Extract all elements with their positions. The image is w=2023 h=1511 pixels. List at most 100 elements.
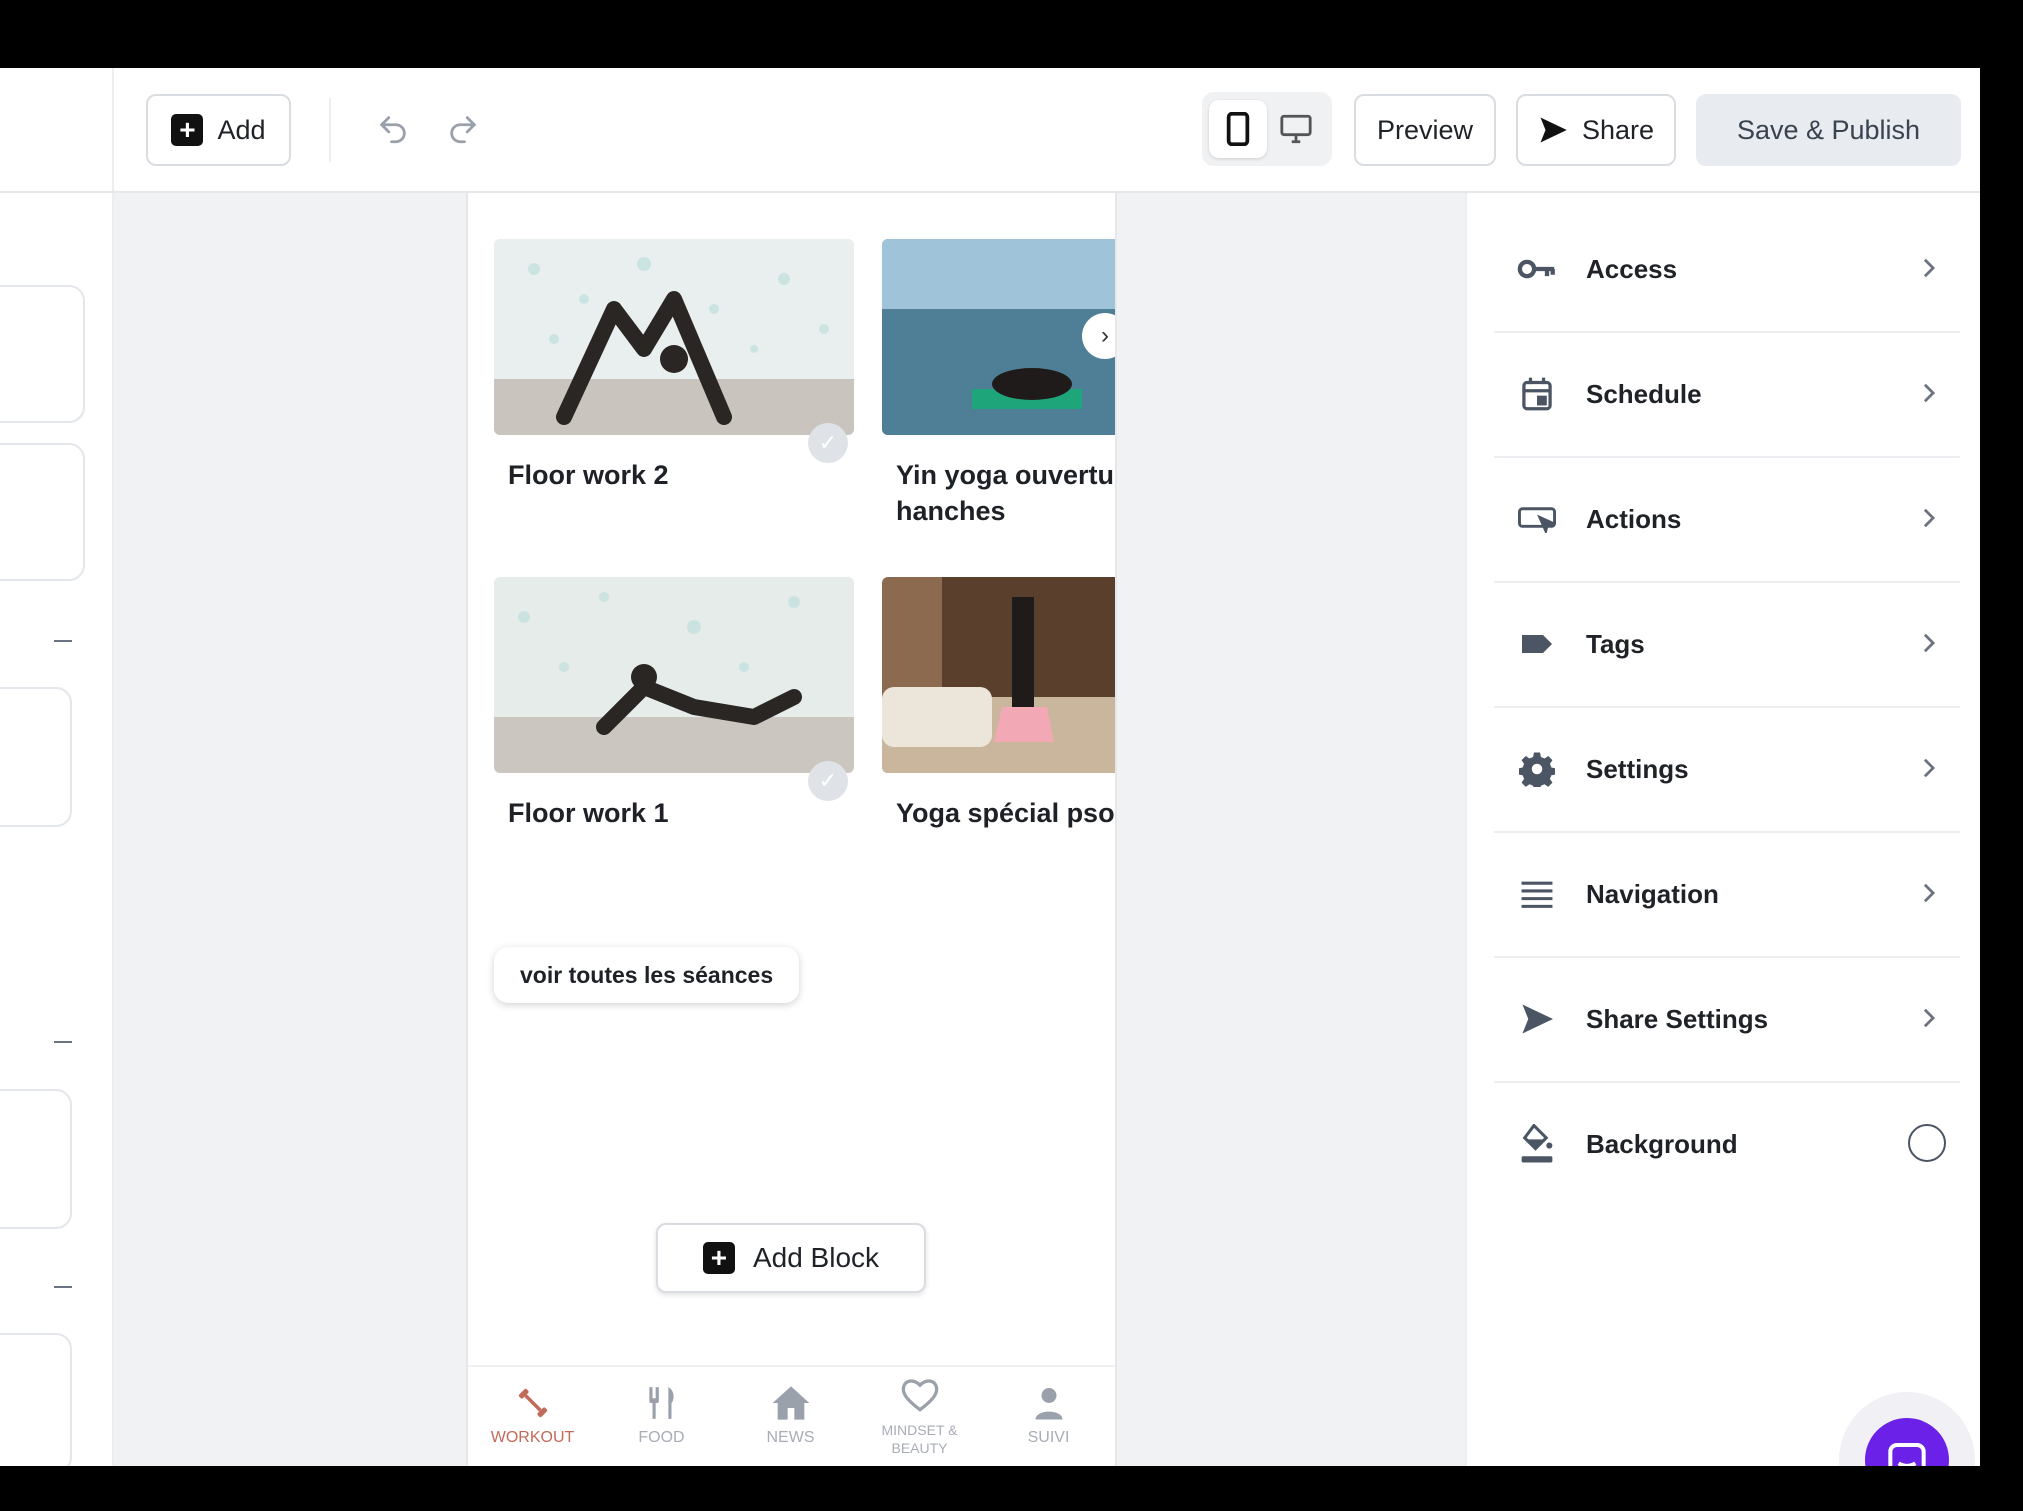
workout-thumbnail [494,577,854,773]
preview-button[interactable]: Preview [1354,94,1496,166]
workout-title: Yin yoga ouvertur hanches [896,460,1117,526]
redo-icon [450,116,476,144]
tab-label: MINDSET & BEAUTY [881,1422,958,1456]
chevron-right-icon [1923,1008,1936,1028]
settings-item-schedule[interactable]: Schedule [1494,332,1960,458]
tab-suivi[interactable]: SUIVI [984,1367,1113,1466]
settings-item-label: Settings [1586,753,1689,784]
chevron-right-icon [1923,383,1936,403]
cutlery-icon [648,1387,674,1419]
settings-item-tags[interactable]: Tags [1494,582,1960,708]
settings-item-label: Background [1586,1128,1738,1159]
settings-item-background[interactable]: Background [1494,1082,1960,1206]
plus-icon: + [702,1242,735,1274]
workout-card[interactable]: › Yin yoga ouvertur hanches [882,239,1117,529]
check-icon[interactable]: ✓ [808,423,848,463]
heart-icon [901,1379,938,1412]
settings-item-label: Share Settings [1586,1003,1769,1034]
device-toggle [1202,92,1332,166]
settings-item-access[interactable]: Access [1494,207,1960,333]
tab-workout[interactable]: WORKOUT [468,1367,597,1466]
gear-icon [1519,752,1555,787]
tab-news[interactable]: NEWS [726,1367,855,1466]
add-button[interactable]: + Add [146,94,291,166]
workout-title: Floor work 2 [508,460,669,490]
share-button[interactable]: Share [1516,94,1676,166]
calendar-icon [1522,377,1552,411]
add-block-label: Add Block [752,1242,880,1273]
redo-button[interactable] [442,108,484,150]
workout-card[interactable]: ✓ Floor work 1 [494,577,856,831]
share-button-label: Share [1581,114,1655,145]
settings-item-share-settings[interactable]: Share Settings [1494,957,1960,1083]
tab-food[interactable]: FOOD [597,1367,726,1466]
background-color-swatch[interactable] [1908,1124,1946,1162]
chevron-right-icon [1923,883,1936,903]
key-icon [1517,259,1555,279]
preview-button-label: Preview [1376,114,1474,145]
tab-label: SUIVI [1027,1429,1070,1446]
desktop-view-button[interactable] [1267,100,1325,158]
settings-item-settings[interactable]: Settings [1494,707,1960,833]
workout-title: Floor work 1 [508,798,669,828]
send-icon [1540,117,1567,143]
top-toolbar: + Add Preview Share Save & Publish [0,68,1980,193]
workout-card[interactable]: Yoga spécial psoa: [882,577,1117,831]
left-panel-card[interactable] [0,687,72,827]
settings-item-actions[interactable]: Actions [1494,457,1960,583]
settings-item-label: Tags [1586,628,1645,659]
workout-title: Yoga spécial psoa: [896,798,1117,828]
chevron-right-icon [1923,508,1936,528]
settings-item-label: Access [1586,253,1678,284]
dumbbell-icon [518,1388,547,1418]
collapse-icon[interactable] [54,1286,72,1288]
paint-bucket-icon [1521,1124,1553,1163]
workout-card[interactable]: ✓ Floor work 2 [494,239,856,493]
undo-icon [380,116,406,144]
see-all-sessions-button[interactable]: voir toutes les séances [494,947,800,1003]
settings-item-label: Actions [1586,503,1682,534]
settings-panel: Access Schedule Actions Tags Settings Na… [1465,193,1980,1466]
tab-label: NEWS [766,1429,815,1446]
add-block-button[interactable]: + Add Block [656,1223,926,1293]
chevron-right-icon: › [1101,322,1109,349]
phone-icon [1226,112,1250,146]
cursor-box-icon [1518,507,1556,533]
save-publish-label: Save & Publish [1736,114,1921,145]
chevron-right-icon [1923,258,1936,278]
settings-item-label: Schedule [1586,378,1702,409]
settings-item-label: Navigation [1586,878,1719,909]
mobile-view-button[interactable] [1209,100,1267,158]
mobile-preview-canvas: ✓ Floor work 2 › Yin yoga ouvertur hanch… [466,193,1117,1466]
plus-icon: + [171,114,204,146]
monitor-icon [1280,114,1312,144]
save-publish-button[interactable]: Save & Publish [1696,94,1961,166]
left-panel-card[interactable] [0,1089,72,1229]
collapse-icon[interactable] [54,640,72,642]
tag-icon [1522,635,1552,653]
tab-label: WORKOUT [490,1429,575,1446]
settings-item-navigation[interactable]: Navigation [1494,832,1960,958]
chevron-right-icon [1923,758,1936,778]
collapse-icon[interactable] [54,1041,72,1043]
app-window: + Add Preview Share Save & Publish ✓ Flo… [0,68,1980,1466]
home-icon [772,1386,809,1420]
tab-label: FOOD [638,1429,685,1446]
left-panel-card[interactable] [0,443,85,581]
left-panel-card[interactable] [0,285,85,423]
tab-mindset-beauty[interactable]: MINDSET & BEAUTY [855,1367,984,1466]
person-icon [1035,1388,1062,1420]
toolbar-left-strip [0,68,114,191]
chevron-right-icon [1923,633,1936,653]
workout-thumbnail [494,239,854,435]
undo-button[interactable] [372,108,414,150]
workout-thumbnail [882,577,1115,773]
chat-icon [1888,1443,1926,1466]
add-button-label: Add [217,114,266,145]
toolbar-divider [329,98,331,162]
app-tab-bar: WORKOUT FOOD NEWS MINDSET & BEAUTY SUIVI [468,1365,1115,1466]
send-icon [1522,1004,1553,1034]
menu-lines-icon [1521,881,1553,908]
left-panel-card[interactable] [0,1333,72,1466]
check-icon[interactable]: ✓ [808,761,848,801]
